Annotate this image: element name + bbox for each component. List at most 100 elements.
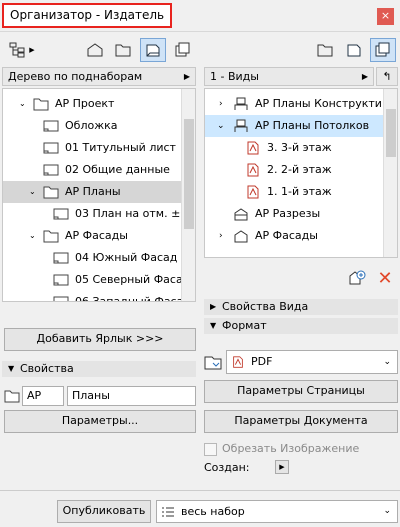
tree-item-label: АР Планы	[65, 185, 121, 198]
format-label: Формат	[222, 319, 267, 332]
tree-structure-icon	[9, 42, 25, 58]
tree-item-label: АР Планы Потолков	[255, 119, 370, 132]
tree-item-label: АР Разрезы	[255, 207, 321, 220]
view-folder-icon	[115, 44, 131, 57]
tree-item-label: АР Планы Конструктив	[255, 97, 389, 110]
tree-item[interactable]: › АР Планы Конструктив	[205, 93, 397, 115]
publisher-sets-button-right[interactable]	[370, 38, 396, 62]
tree-item[interactable]: АР Разрезы	[205, 203, 397, 225]
tree-item-label: 05 Северный Фасад	[75, 273, 191, 286]
tree-item[interactable]: 3. 3-й этаж	[205, 137, 397, 159]
view-properties-section-header[interactable]: ▶ Свойства Вида	[204, 299, 398, 315]
left-tree-scrollbar[interactable]	[181, 89, 195, 301]
folder-icon	[43, 230, 59, 243]
tree-item-label: 2. 2-й этаж	[267, 163, 332, 176]
view-folder-icon	[317, 44, 333, 57]
layout-book-button[interactable]	[140, 38, 166, 62]
tree-item[interactable]: 2. 2-й этаж	[205, 159, 397, 181]
bottom-bar: Опубликовать весь набор ⌄	[0, 490, 400, 527]
tree-item[interactable]: ⌄ АР Проект	[3, 93, 195, 115]
tree-item[interactable]: Обложка	[3, 115, 195, 137]
crop-image-checkbox[interactable]	[204, 443, 217, 456]
right-tree-scrollbar[interactable]	[383, 89, 397, 257]
sheet-icon	[43, 142, 59, 154]
chevron-right-icon: ▶	[279, 463, 285, 471]
tree-item[interactable]: 06 Западный Фасад	[3, 291, 195, 302]
tree-item[interactable]: 1. 1-й этаж	[205, 181, 397, 203]
close-button[interactable]: ×	[377, 8, 394, 25]
page-parameters-button[interactable]: Параметры Страницы	[204, 380, 398, 403]
tree-item[interactable]: 03 План на отм. ±0.0	[3, 203, 195, 225]
tree-item[interactable]: ⌄ АР Фасады	[3, 225, 195, 247]
scrollbar-thumb[interactable]	[386, 109, 396, 157]
tree-item-label: Обложка	[65, 119, 118, 132]
pdf-file-icon	[247, 163, 259, 177]
publish-button[interactable]: Опубликовать	[57, 500, 151, 523]
publish-tree-menu-button[interactable]: ▶	[4, 38, 40, 62]
chevron-down-icon: ⌄	[383, 506, 391, 516]
tree-item-label: 01 Титульный лист	[65, 141, 176, 154]
tree-item-label: 04 Южный Фасад	[75, 251, 178, 264]
project-map-button[interactable]	[82, 38, 108, 62]
chevron-right-icon: ▶	[29, 46, 35, 54]
folder-icon	[43, 186, 59, 199]
properties-label: Свойства	[20, 362, 74, 375]
tree-item[interactable]: 04 Южный Фасад	[3, 247, 195, 269]
tree-item[interactable]: › АР Фасады	[205, 225, 397, 247]
tree-item-label: АР Фасады	[255, 229, 318, 242]
title-bar: Организатор - Издатель ×	[0, 0, 400, 32]
stack-pages-icon	[175, 42, 190, 57]
tree-view-dropdown-label: Дерево по поднаборам	[8, 70, 143, 83]
sheet-icon	[43, 120, 59, 132]
sheet-icon	[53, 252, 69, 264]
name-field[interactable]: Планы	[67, 386, 196, 406]
section-icon	[234, 208, 248, 221]
view-map-button-right[interactable]	[312, 38, 338, 62]
view-tree: › АР Планы Конструктив ⌄ АР Планы Потолк…	[204, 88, 398, 258]
chevron-down-icon: ⌄	[19, 99, 26, 108]
pdf-file-icon	[247, 185, 259, 199]
tree-item[interactable]: 05 Северный Фасад	[3, 269, 195, 291]
chevron-down-icon: ▼	[210, 321, 217, 330]
format-section-header[interactable]: ▼ Формат	[204, 318, 398, 334]
properties-section-header[interactable]: ▼ Свойства	[2, 361, 196, 377]
publish-set-value: весь набор	[181, 505, 245, 518]
id-field[interactable]: АР	[22, 386, 64, 406]
scrollbar-thumb[interactable]	[184, 119, 194, 229]
document-parameters-button[interactable]: Параметры Документа	[204, 410, 398, 433]
arrow-up-icon: ↰	[382, 70, 392, 83]
add-item-icon	[349, 270, 366, 285]
publisher-sets-button[interactable]	[170, 38, 196, 62]
list-icon	[162, 507, 174, 517]
layout-tree: ⌄ АР Проект Обложка 01 Титульный лист 02…	[2, 88, 196, 302]
new-publisher-item-button[interactable]	[344, 266, 370, 290]
tree-item-label: 3. 3-й этаж	[267, 141, 332, 154]
add-shortcut-button[interactable]: Добавить Ярлык >>>	[4, 328, 196, 351]
tree-item-selected[interactable]: ⌄ АР Планы	[3, 181, 195, 203]
tree-item[interactable]: 02 Общие данные	[3, 159, 195, 181]
parameters-button[interactable]: Параметры...	[4, 410, 196, 433]
sheet-icon	[43, 164, 59, 176]
sheet-icon	[53, 208, 69, 220]
tree-item-selected[interactable]: ⌄ АР Планы Потолков	[205, 115, 397, 137]
publish-set-select[interactable]: весь набор ⌄	[156, 500, 398, 523]
view-set-dropdown-label: 1 - Виды	[210, 70, 259, 83]
tree-item-label: АР Фасады	[65, 229, 128, 242]
format-select[interactable]: PDF ⌄	[226, 350, 398, 374]
tree-item-label: АР Проект	[55, 97, 115, 110]
layout-book-button-right[interactable]	[341, 38, 367, 62]
tree-view-dropdown[interactable]: Дерево по поднаборам ▶	[2, 67, 196, 86]
view-map-button[interactable]	[110, 38, 136, 62]
pdf-file-icon	[233, 356, 243, 368]
tree-item-label: 06 Западный Фасад	[75, 295, 191, 302]
tree-item[interactable]: 01 Титульный лист	[3, 137, 195, 159]
elevation-icon	[234, 230, 248, 243]
delete-button[interactable]: ✕	[372, 266, 398, 290]
view-set-dropdown[interactable]: 1 - Виды ▶	[204, 67, 374, 86]
crop-image-label: Обрезать Изображение	[222, 442, 360, 455]
created-menu-button[interactable]: ▶	[275, 460, 289, 474]
sheet-icon	[53, 296, 69, 301]
format-select-value: PDF	[251, 355, 273, 368]
tree-item-label: 02 Общие данные	[65, 163, 170, 176]
go-up-button[interactable]: ↰	[376, 67, 398, 86]
